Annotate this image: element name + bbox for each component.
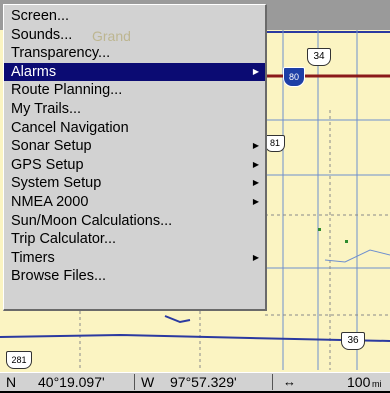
- zoom-unit: mi: [372, 379, 382, 389]
- menu-item-label: Transparency...: [11, 45, 111, 62]
- highway-shield-281: 281: [6, 351, 32, 369]
- highway-road: [0, 333, 390, 342]
- menu-item-browse-files[interactable]: Browse Files...: [4, 267, 265, 286]
- menu-item-label: Cancel Navigation: [11, 119, 129, 136]
- menu-item-label: Timers: [11, 249, 55, 266]
- menu-item-gps-setup[interactable]: GPS Setup ▶: [4, 156, 265, 175]
- main-menu[interactable]: Screen... Sounds... Grand Transparency..…: [3, 4, 267, 311]
- menu-item-label: System Setup: [11, 175, 102, 192]
- park-marker: [345, 240, 348, 243]
- menu-item-label: GPS Setup: [11, 156, 84, 173]
- menu-item-alarms[interactable]: Alarms ▶: [4, 62, 265, 82]
- menu-item-label: Screen...: [11, 8, 70, 24]
- submenu-arrow-icon: ▶: [252, 196, 259, 206]
- status-divider: [272, 374, 273, 390]
- menu-item-sonar-setup[interactable]: Sonar Setup ▶: [4, 137, 265, 156]
- submenu-arrow-icon: ▶: [252, 252, 259, 262]
- interstate-shield-80: 80: [283, 67, 305, 87]
- menu-item-transparency[interactable]: Transparency...: [4, 44, 265, 63]
- menu-item-label: Alarms: [11, 63, 57, 80]
- longitude-value: 97°57.329': [170, 374, 237, 390]
- latitude-hemisphere: N: [6, 374, 17, 390]
- menu-item-screen[interactable]: Screen...: [4, 7, 265, 26]
- menu-item-label: Browse Files...: [11, 268, 107, 285]
- longitude-hemisphere: W: [141, 374, 155, 390]
- menu-item-cancel-navigation[interactable]: Cancel Navigation: [4, 119, 265, 138]
- latitude-value: 40°19.097': [38, 374, 105, 390]
- zoom-value: 100: [347, 374, 371, 390]
- menu-item-nmea-2000[interactable]: NMEA 2000 ▶: [4, 193, 265, 212]
- submenu-arrow-icon: ▶: [252, 66, 259, 76]
- menu-item-label: Sonar Setup: [11, 138, 92, 155]
- menu-item-timers[interactable]: Timers ▶: [4, 249, 265, 268]
- map-place-label: Grand: [92, 27, 131, 44]
- lake: [164, 315, 191, 324]
- status-divider: [134, 374, 135, 390]
- submenu-arrow-icon: ▶: [252, 141, 259, 151]
- menu-item-route-planning[interactable]: Route Planning...: [4, 81, 265, 100]
- highway-shield-34: 34: [307, 48, 331, 66]
- highway-shield-36: 36: [341, 332, 365, 350]
- menu-item-label: My Trails...: [11, 100, 82, 117]
- menu-item-sounds[interactable]: Sounds... Grand: [4, 26, 265, 45]
- submenu-arrow-icon: ▶: [252, 178, 259, 188]
- menu-item-label: Sun/Moon Calculations...: [11, 212, 173, 229]
- submenu-arrow-icon: ▶: [252, 159, 259, 169]
- menu-item-trip-calculator[interactable]: Trip Calculator...: [4, 230, 265, 249]
- highway-shield-81: 81: [265, 135, 285, 152]
- menu-item-label: Trip Calculator...: [11, 231, 117, 248]
- menu-item-my-trails[interactable]: My Trails...: [4, 100, 265, 119]
- horizontal-arrows-icon: ↔: [283, 374, 296, 389]
- park-marker: [318, 228, 321, 231]
- status-bar: N 40°19.097' W 97°57.329' ↔ 100 mi: [0, 372, 390, 391]
- menu-item-label: Route Planning...: [11, 82, 123, 99]
- menu-item-system-setup[interactable]: System Setup ▶: [4, 174, 265, 193]
- menu-item-label: NMEA 2000: [11, 193, 89, 210]
- menu-item-sun-moon[interactable]: Sun/Moon Calculations...: [4, 212, 265, 231]
- menu-item-label: Sounds...: [11, 26, 73, 43]
